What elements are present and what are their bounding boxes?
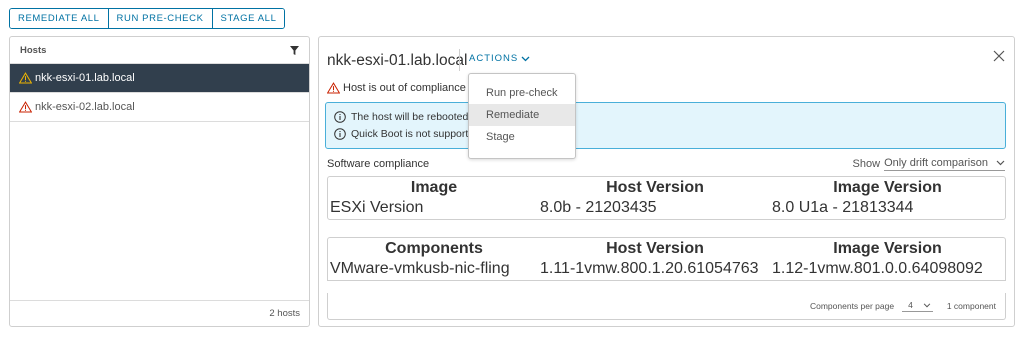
chevron-down-icon: [923, 302, 931, 308]
table-cell: 1.12-1vmw.801.0.0.64098092: [772, 260, 983, 277]
column-header[interactable]: Host Version: [540, 240, 770, 258]
components-pager: Components per page 4 1 component: [327, 293, 1006, 320]
info-icon: [334, 128, 346, 140]
stage-all-button[interactable]: STAGE ALL: [212, 9, 285, 28]
image-table: Image Host Version Image Version ESXi Ve…: [327, 176, 1006, 220]
per-page-select[interactable]: 4: [902, 300, 933, 312]
column-header[interactable]: Image Version: [772, 240, 1003, 258]
show-select[interactable]: Only drift comparison: [884, 157, 1005, 171]
host-title: nkk-esxi-01.lab.local: [327, 52, 468, 69]
remediate-all-button[interactable]: REMEDIATE ALL: [10, 9, 109, 28]
hosts-header: Hosts: [10, 37, 309, 63]
actions-label: ACTIONS: [469, 53, 519, 64]
component-count: 1 component: [946, 301, 996, 311]
host-name: nkk-esxi-02.lab.local: [35, 101, 135, 113]
hosts-count: 2 hosts: [269, 308, 300, 319]
table-row: ESXi Version 8.0b - 21203435 8.0 U1a - 2…: [330, 199, 1003, 217]
table-header-row: Image Host Version Image Version: [330, 179, 1003, 197]
close-icon[interactable]: [993, 49, 1005, 62]
table-cell: ESXi Version: [330, 199, 424, 216]
warning-icon: [327, 82, 340, 94]
menu-item-run-pre-check[interactable]: Run pre-check: [469, 82, 575, 104]
host-name: nkk-esxi-01.lab.local: [35, 72, 135, 84]
compliance-status-text: Host is out of compliance: [343, 82, 466, 94]
compliance-status: Host is out of compliance: [327, 82, 466, 94]
column-header[interactable]: Image: [330, 179, 538, 197]
menu-item-remediate[interactable]: Remediate: [469, 104, 575, 126]
chevron-down-icon: [521, 56, 530, 62]
components-table: Components Host Version Image Version VM…: [327, 237, 1006, 281]
table-cell: 1.11-1vmw.800.1.20.61054763: [540, 260, 759, 277]
column-header[interactable]: Host Version: [540, 179, 770, 197]
hosts-column-header: Hosts: [20, 44, 47, 56]
per-page-label: Components per page: [809, 301, 895, 311]
hosts-footer: 2 hosts: [10, 300, 309, 326]
table-row: VMware-vmkusb-nic-fling 1.11-1vmw.800.1.…: [330, 260, 1003, 278]
hosts-panel: Hosts nkk-esxi-01.lab.local nkk-esxi-02.…: [9, 36, 310, 327]
table-header-row: Components Host Version Image Version: [330, 240, 1003, 258]
show-filter: Show Only drift comparison: [853, 157, 1005, 171]
menu-item-stage[interactable]: Stage: [469, 126, 575, 148]
software-compliance-label: Software compliance: [327, 158, 430, 170]
per-page-value: 4: [908, 300, 913, 310]
host-list-item[interactable]: nkk-esxi-01.lab.local: [10, 63, 309, 92]
info-icon: [334, 111, 346, 123]
host-detail-panel: nkk-esxi-01.lab.local ACTIONS Host is ou…: [318, 36, 1015, 327]
show-label: Show: [852, 158, 881, 170]
warning-icon: [19, 101, 32, 113]
list-divider: [10, 121, 309, 122]
show-select-value: Only drift comparison: [884, 157, 988, 169]
table-cell: 8.0 U1a - 21813344: [772, 199, 914, 216]
table-cell: 8.0b - 21203435: [540, 199, 657, 216]
title-divider: [459, 49, 460, 71]
actions-dropdown-menu: Run pre-check Remediate Stage: [468, 73, 576, 159]
warning-icon: [19, 72, 32, 84]
table-cell: VMware-vmkusb-nic-fling: [330, 260, 510, 277]
run-pre-check-button[interactable]: RUN PRE-CHECK: [108, 9, 213, 28]
toolbar: REMEDIATE ALL RUN PRE-CHECK STAGE ALL: [9, 8, 286, 29]
info-alert: The host will be rebooted during remedia…: [325, 102, 1006, 149]
column-header[interactable]: Image Version: [772, 179, 1003, 197]
column-header[interactable]: Components: [330, 240, 538, 258]
actions-menu-button[interactable]: ACTIONS: [469, 53, 530, 64]
filter-icon[interactable]: [288, 44, 300, 56]
host-list-item[interactable]: nkk-esxi-02.lab.local: [10, 92, 309, 121]
chevron-down-icon: [996, 160, 1005, 166]
